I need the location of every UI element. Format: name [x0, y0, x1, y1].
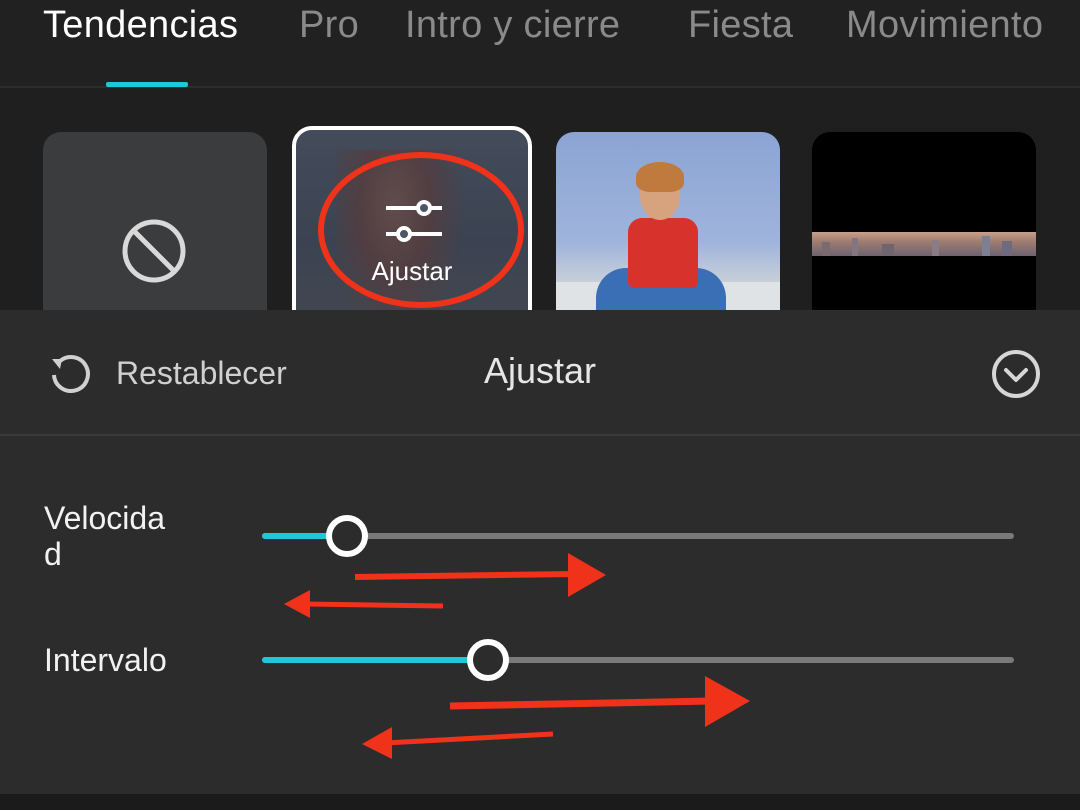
effects-row: Ajustar — [0, 90, 1080, 310]
tab-tendencias[interactable]: Tendencias — [43, 4, 238, 47]
intervalo-label: Intervalo — [44, 642, 167, 678]
tab-intro-y-cierre[interactable]: Intro y cierre — [405, 4, 620, 47]
tab-fiesta[interactable]: Fiesta — [688, 4, 793, 47]
active-tab-indicator — [106, 82, 188, 87]
velocidad-slider-handle[interactable] — [325, 515, 368, 557]
tab-pro[interactable]: Pro — [299, 4, 359, 47]
effect-photo-thumb[interactable] — [556, 132, 780, 310]
prohibited-icon — [122, 219, 186, 283]
panel-title: Ajustar — [483, 350, 597, 391]
tab-movimiento[interactable]: Movimiento — [846, 4, 1043, 47]
chevron-down-circle-icon[interactable] — [990, 348, 1042, 400]
effect-city-thumb[interactable] — [812, 132, 1036, 310]
intervalo-slider-handle[interactable] — [466, 639, 509, 681]
intervalo-slider[interactable] — [262, 639, 1014, 681]
effect-none-thumb[interactable] — [43, 132, 267, 310]
panel-header: Restablecer Ajustar — [0, 310, 1080, 436]
intervalo-slider-fill — [262, 657, 488, 663]
annotation-ellipse — [318, 152, 524, 308]
bottom-bar — [0, 794, 1080, 810]
velocidad-slider[interactable] — [262, 515, 1014, 557]
adjust-panel: Restablecer Ajustar Velocida d Intervalo — [0, 310, 1080, 794]
category-tabs: Tendencias Pro Intro y cierre Fiesta Mov… — [0, 0, 1080, 88]
city-skyline-image — [822, 236, 1012, 256]
velocidad-label: Velocida d — [44, 500, 165, 572]
